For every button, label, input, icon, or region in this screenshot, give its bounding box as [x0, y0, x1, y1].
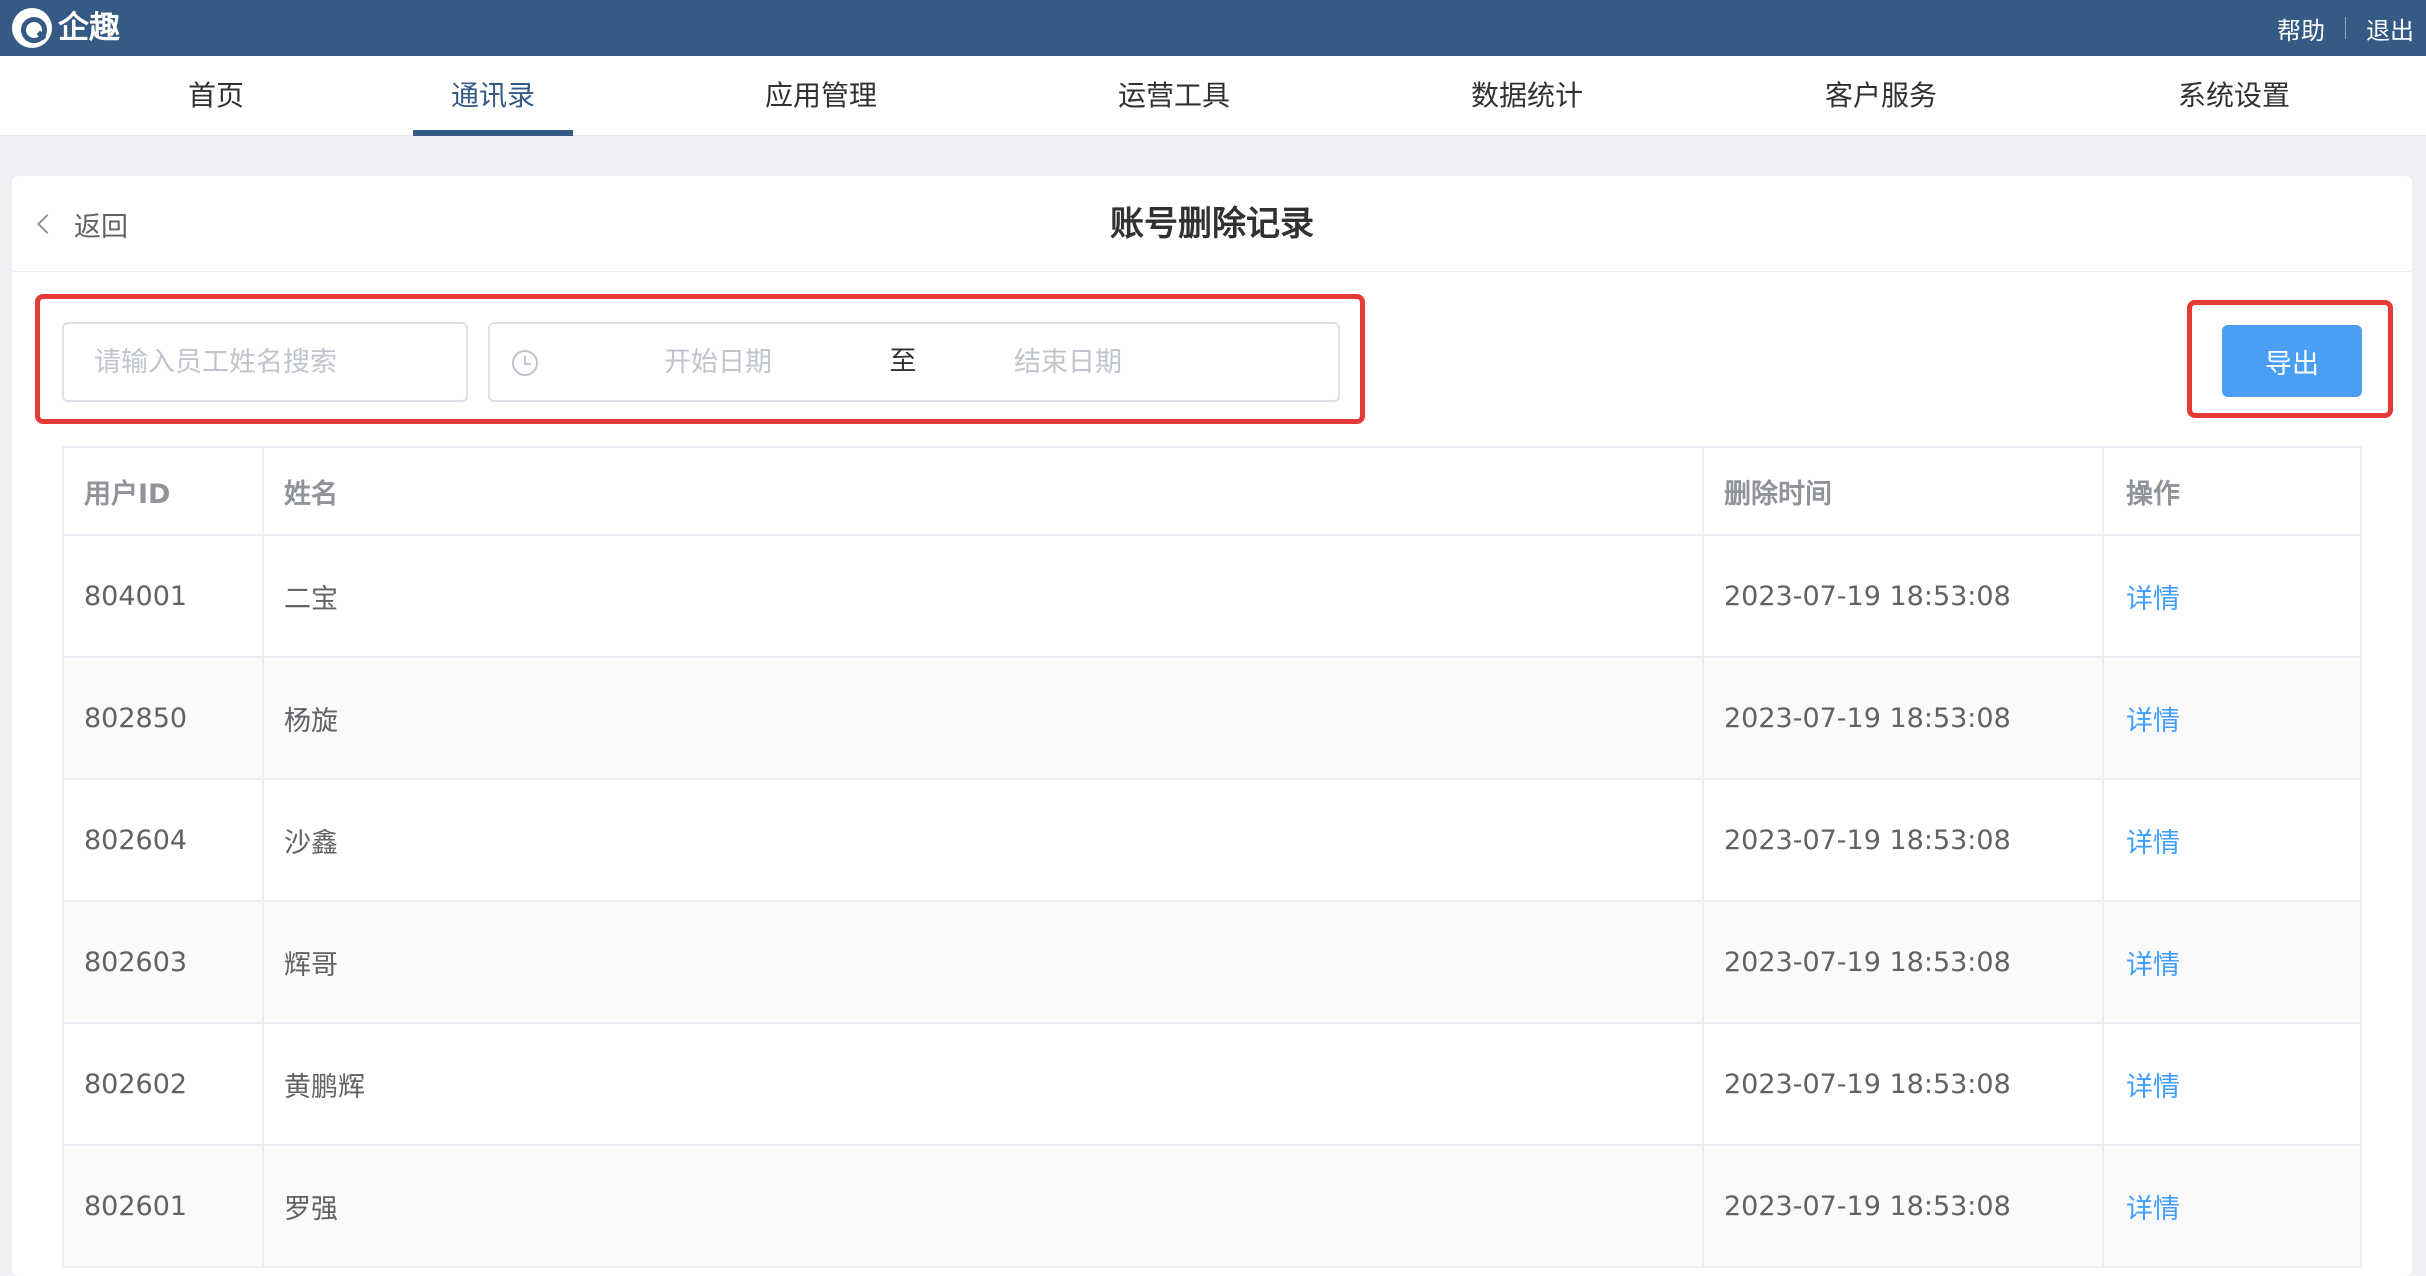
- logo-icon: [12, 8, 52, 48]
- clock-icon: [512, 350, 538, 376]
- delete-time-cell: 2023-07-19 18:53:08: [1704, 1024, 2104, 1144]
- tab-customer-service[interactable]: 客户服务: [1806, 56, 1956, 136]
- delete-time-cell: 2023-07-19 18:53:08: [1704, 1146, 2104, 1266]
- column-header-actions: 操作: [2126, 478, 2180, 510]
- help-link[interactable]: 帮助: [2277, 11, 2325, 46]
- column-header-delete-time: 删除时间: [1704, 448, 2104, 534]
- user-id-cell: 802601: [64, 1146, 264, 1266]
- delete-time-cell: 2023-07-19 18:53:08: [1704, 536, 2104, 656]
- detail-link[interactable]: 详情: [2126, 821, 2180, 860]
- tab-app-management[interactable]: 应用管理: [746, 56, 896, 136]
- name-cell: 杨旋: [264, 658, 1704, 778]
- actions-cell: 详情: [2104, 536, 2360, 656]
- employee-search-input[interactable]: [62, 322, 468, 402]
- actions-cell: 详情: [2104, 1146, 2360, 1266]
- export-button[interactable]: 导出: [2222, 325, 2362, 397]
- app-header: 企趣 帮助 退出: [0, 0, 2426, 56]
- brand-name: 企趣: [58, 10, 120, 46]
- user-id-cell: 802603: [64, 902, 264, 1022]
- name-cell: 黄鹏辉: [264, 1024, 1704, 1144]
- name-cell: 沙鑫: [264, 780, 1704, 900]
- user-id-cell: 802850: [64, 658, 264, 778]
- table-row: 802601 罗强 2023-07-19 18:53:08 详情: [64, 1146, 2360, 1268]
- detail-link[interactable]: 详情: [2126, 1065, 2180, 1104]
- user-id-cell: 802602: [64, 1024, 264, 1144]
- user-id-cell: 804001: [64, 536, 264, 656]
- actions-cell: 详情: [2104, 1024, 2360, 1144]
- detail-link[interactable]: 详情: [2126, 943, 2180, 982]
- tab-home[interactable]: 首页: [160, 56, 272, 136]
- table-header-row: 用户ID 姓名 删除时间 操作: [64, 448, 2360, 536]
- detail-link[interactable]: 详情: [2126, 1187, 2180, 1226]
- column-header-user-id: 用户ID: [64, 448, 264, 534]
- actions-cell: 详情: [2104, 780, 2360, 900]
- tab-contacts[interactable]: 通讯录: [413, 56, 573, 136]
- table-row: 802603 辉哥 2023-07-19 18:53:08 详情: [64, 902, 2360, 1024]
- end-date-input[interactable]: [968, 336, 1168, 388]
- header-divider: [2345, 17, 2346, 39]
- logout-link[interactable]: 退出: [2366, 11, 2414, 46]
- main-nav: 首页 通讯录 应用管理 运营工具 数据统计 客户服务 系统设置: [0, 56, 2426, 136]
- deletion-records-table: 用户ID 姓名 删除时间 操作 804001 二宝 2023-07-19 18:…: [62, 446, 2362, 1268]
- user-id-cell: 802604: [64, 780, 264, 900]
- name-cell: 罗强: [264, 1146, 1704, 1266]
- table-row: 802602 黄鹏辉 2023-07-19 18:53:08 详情: [64, 1024, 2360, 1146]
- tab-operations-tools[interactable]: 运营工具: [1099, 56, 1249, 136]
- date-range-separator: 至: [889, 346, 917, 377]
- detail-link[interactable]: 详情: [2126, 577, 2180, 616]
- table-row: 802850 杨旋 2023-07-19 18:53:08 详情: [64, 658, 2360, 780]
- tab-data-stats[interactable]: 数据统计: [1452, 56, 1602, 136]
- name-cell: 二宝: [264, 536, 1704, 656]
- table-row: 804001 二宝 2023-07-19 18:53:08 详情: [64, 536, 2360, 658]
- start-date-input[interactable]: [618, 336, 818, 388]
- delete-time-cell: 2023-07-19 18:53:08: [1704, 902, 2104, 1022]
- content-card: 返回 账号删除记录 至 导出 用户ID 姓名 删除时间 操作 804001 二宝…: [12, 176, 2412, 1276]
- actions-cell: 详情: [2104, 658, 2360, 778]
- page-title: 账号删除记录: [1110, 204, 1314, 244]
- date-range-picker[interactable]: 至: [488, 322, 1340, 402]
- header-links: 帮助 退出: [2277, 0, 2414, 56]
- card-header: 返回 账号删除记录: [12, 176, 2412, 272]
- name-cell: 辉哥: [264, 902, 1704, 1022]
- column-header-name: 姓名: [264, 448, 1704, 534]
- actions-cell: 详情: [2104, 902, 2360, 1022]
- delete-time-cell: 2023-07-19 18:53:08: [1704, 658, 2104, 778]
- delete-time-cell: 2023-07-19 18:53:08: [1704, 780, 2104, 900]
- tab-system-settings[interactable]: 系统设置: [2159, 56, 2309, 136]
- detail-link[interactable]: 详情: [2126, 699, 2180, 738]
- table-row: 802604 沙鑫 2023-07-19 18:53:08 详情: [64, 780, 2360, 902]
